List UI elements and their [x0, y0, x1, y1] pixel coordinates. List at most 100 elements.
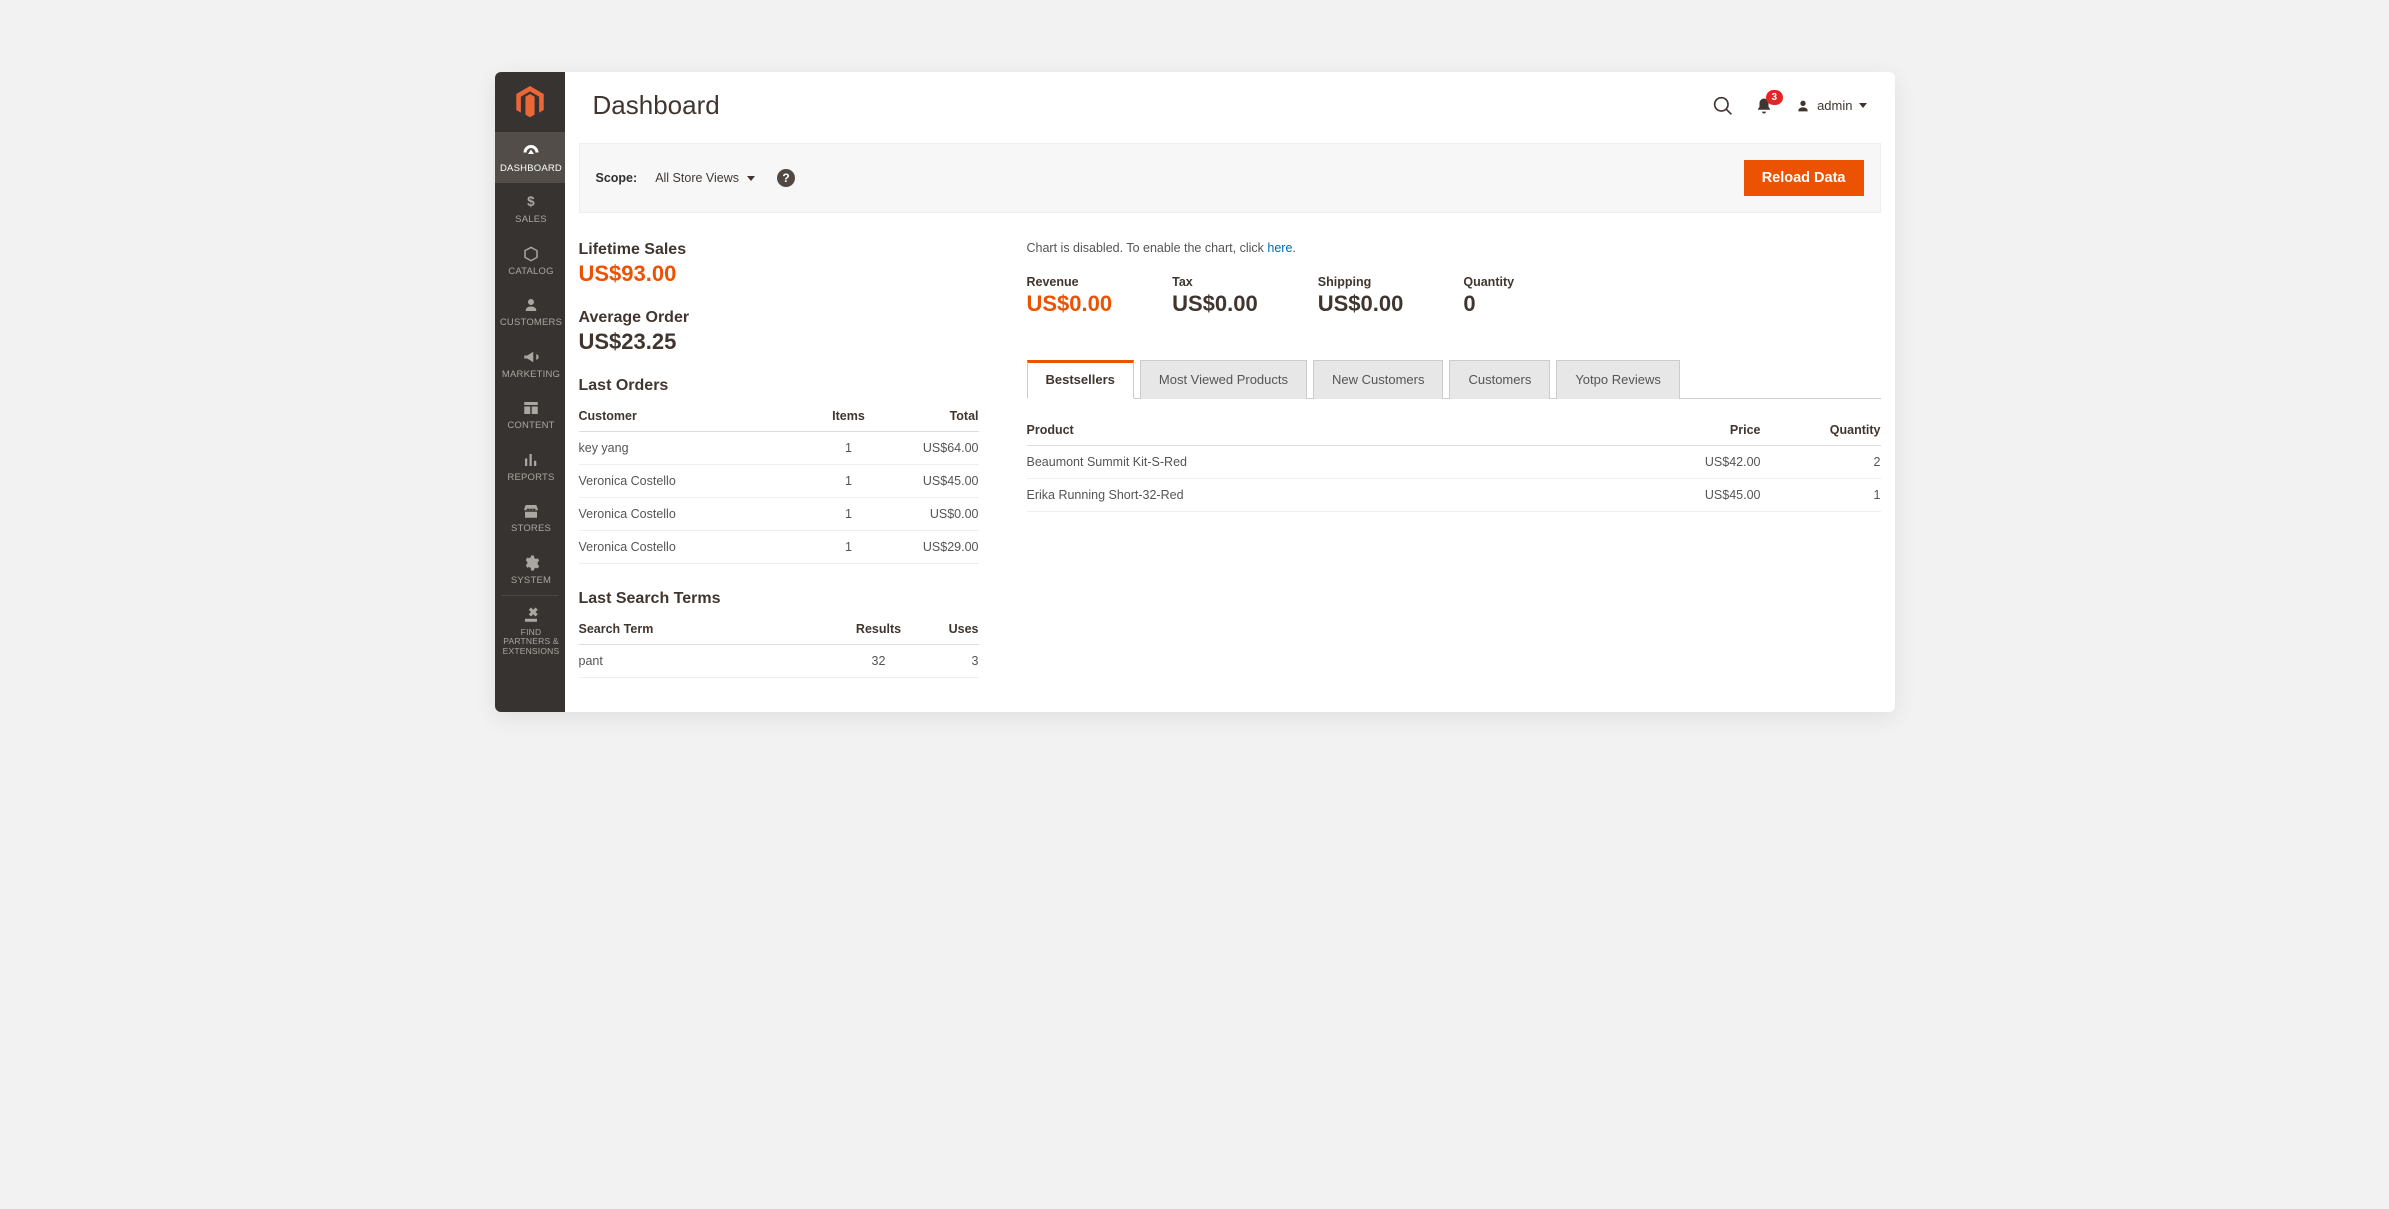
nav-system[interactable]: SYSTEM: [495, 544, 565, 595]
table-row[interactable]: pant323: [579, 645, 979, 678]
nav-label: STORES: [500, 524, 563, 534]
cell-customer: Veronica Costello: [579, 498, 809, 531]
stat-label: Lifetime Sales: [579, 241, 979, 259]
gear-icon: [521, 554, 541, 572]
cell-items: 1: [809, 531, 889, 564]
metric-label: Quantity: [1463, 275, 1514, 289]
table-row[interactable]: Beaumont Summit Kit-S-RedUS$42.002: [1027, 446, 1881, 479]
chart-note-text: Chart is disabled. To enable the chart, …: [1027, 241, 1268, 255]
table-row[interactable]: Veronica Costello1US$45.00: [579, 465, 979, 498]
col-results: Results: [839, 614, 919, 645]
nav-stores[interactable]: STORES: [495, 492, 565, 543]
layout-icon: [521, 399, 541, 417]
nav-label: SYSTEM: [500, 576, 563, 586]
cell-price: US$42.00: [1641, 446, 1761, 479]
table-row[interactable]: Veronica Costello1US$29.00: [579, 531, 979, 564]
tab-yotpo-reviews[interactable]: Yotpo Reviews: [1556, 360, 1680, 399]
tab-customers[interactable]: Customers: [1449, 360, 1550, 399]
stat-value: US$93.00: [579, 261, 979, 287]
lifetime-sales-block: Lifetime Sales US$93.00: [579, 241, 979, 287]
table-row[interactable]: Veronica Costello1US$0.00: [579, 498, 979, 531]
svg-text:$: $: [527, 194, 535, 209]
help-button[interactable]: ?: [777, 169, 795, 187]
col-price: Price: [1641, 409, 1761, 446]
storefront-icon: [521, 502, 541, 520]
nav-reports[interactable]: REPORTS: [495, 441, 565, 492]
cell-product: Erika Running Short-32-Red: [1027, 479, 1641, 512]
nav-label: FIND PARTNERS & EXTENSIONS: [500, 628, 563, 656]
tab-new-customers[interactable]: New Customers: [1313, 360, 1443, 399]
col-quantity: Quantity: [1761, 409, 1881, 446]
nav-customers[interactable]: CUSTOMERS: [495, 286, 565, 337]
notifications-button[interactable]: 3: [1755, 96, 1773, 116]
metric-revenue: Revenue US$0.00: [1027, 275, 1113, 317]
tab-bestsellers[interactable]: Bestsellers: [1027, 360, 1134, 399]
col-total: Total: [889, 401, 979, 432]
nav-label: SALES: [500, 215, 563, 225]
last-search-section: Last Search Terms Search Term Results Us…: [579, 590, 979, 678]
col-product: Product: [1027, 409, 1641, 446]
cell-product: Beaumont Summit Kit-S-Red: [1027, 446, 1641, 479]
nav-content[interactable]: CONTENT: [495, 389, 565, 440]
scope-bar: Scope: All Store Views ? Reload Data: [579, 143, 1881, 213]
question-icon: ?: [782, 171, 789, 185]
left-column: Lifetime Sales US$93.00 Average Order US…: [579, 241, 979, 704]
cell-price: US$45.00: [1641, 479, 1761, 512]
cell-customer: Veronica Costello: [579, 465, 809, 498]
stat-label: Average Order: [579, 309, 979, 327]
cell-customer: Veronica Costello: [579, 531, 809, 564]
dollar-icon: $: [521, 193, 541, 211]
header-actions: 3 admin: [1713, 96, 1866, 116]
header: Dashboard 3 admin: [565, 72, 1895, 121]
bars-icon: [521, 451, 541, 469]
magento-logo-icon: [516, 86, 544, 118]
col-items: Items: [809, 401, 889, 432]
cell-uses: 3: [919, 645, 979, 678]
search-icon: [1713, 96, 1733, 116]
cell-items: 1: [809, 432, 889, 465]
cell-term: pant: [579, 645, 839, 678]
user-menu[interactable]: admin: [1795, 98, 1866, 114]
nav-label: CATALOG: [500, 267, 563, 277]
tab-most-viewed-products[interactable]: Most Viewed Products: [1140, 360, 1307, 399]
main: Dashboard 3 admin Scope: All Store V: [565, 72, 1895, 712]
person-icon: [521, 296, 541, 314]
metric-value: US$0.00: [1027, 291, 1113, 317]
chevron-down-icon: [747, 176, 755, 181]
metric-label: Tax: [1172, 275, 1258, 289]
partners-icon: [521, 606, 541, 624]
nav-marketing[interactable]: MARKETING: [495, 338, 565, 389]
megaphone-icon: [521, 348, 541, 366]
gauge-icon: [521, 142, 541, 160]
chart-note-suffix: .: [1292, 241, 1295, 255]
nav-sales[interactable]: $ SALES: [495, 183, 565, 234]
table-row[interactable]: Erika Running Short-32-RedUS$45.001: [1027, 479, 1881, 512]
cell-total: US$29.00: [889, 531, 979, 564]
table-row[interactable]: key yang1US$64.00: [579, 432, 979, 465]
app-frame: DASHBOARD $ SALES CATALOG CUSTOMERS MARK…: [495, 72, 1895, 712]
metric-label: Revenue: [1027, 275, 1113, 289]
metric-value: 0: [1463, 291, 1514, 317]
sidebar: DASHBOARD $ SALES CATALOG CUSTOMERS MARK…: [495, 72, 565, 712]
nav-label: REPORTS: [500, 473, 563, 483]
magento-logo[interactable]: [495, 72, 565, 132]
metric-shipping: ShippingUS$0.00: [1318, 275, 1404, 317]
nav-catalog[interactable]: CATALOG: [495, 235, 565, 286]
cell-total: US$45.00: [889, 465, 979, 498]
reload-data-button[interactable]: Reload Data: [1744, 160, 1864, 196]
page-title: Dashboard: [593, 90, 1714, 121]
last-orders-section: Last Orders Customer Items Total key yan…: [579, 377, 979, 564]
scope-select[interactable]: All Store Views: [655, 171, 755, 185]
search-button[interactable]: [1713, 96, 1733, 116]
cell-total: US$0.00: [889, 498, 979, 531]
nav-label: MARKETING: [500, 370, 563, 380]
section-title: Last Search Terms: [579, 590, 979, 608]
nav-partners[interactable]: FIND PARTNERS & EXTENSIONS: [495, 596, 565, 665]
nav-dashboard[interactable]: DASHBOARD: [495, 132, 565, 183]
col-uses: Uses: [919, 614, 979, 645]
user-name: admin: [1817, 98, 1852, 113]
cell-results: 32: [839, 645, 919, 678]
scope-selected: All Store Views: [655, 171, 739, 185]
chart-enable-link[interactable]: here: [1267, 241, 1292, 255]
average-order-block: Average Order US$23.25: [579, 309, 979, 355]
